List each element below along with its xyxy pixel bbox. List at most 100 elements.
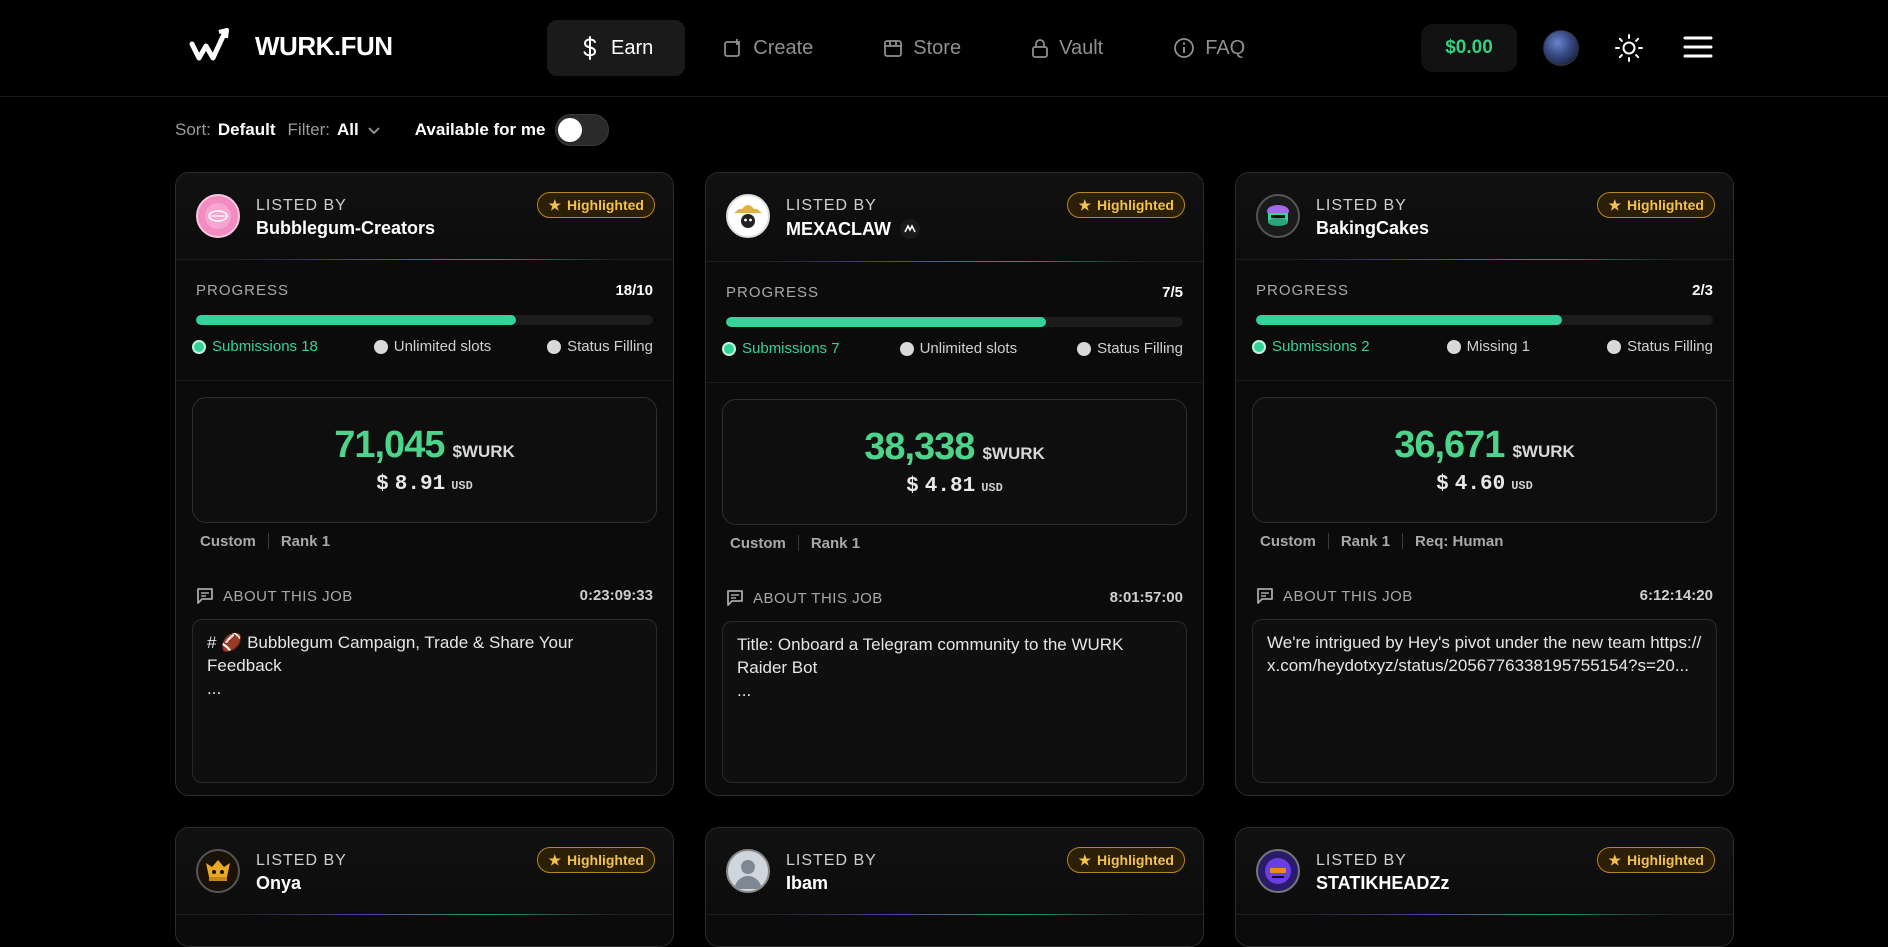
comment-icon [1257,588,1273,604]
job-description: Title: Onboard a Telegram community to t… [722,621,1187,783]
nav-faq[interactable]: FAQ [1141,20,1277,76]
create-icon [724,39,741,57]
job-card[interactable]: LISTED BY BakingCakes ★ Highlighted PROGR… [1235,172,1734,796]
comment-icon [727,590,743,606]
progress-stats: Submissions 2 Missing 1 Status Filling [1252,338,1713,355]
reward-currency: $WURK [982,444,1045,463]
lister-name-text: Bubblegum-Creators [256,218,436,238]
mexaclaw-logo-icon [734,205,762,228]
lister-avatar[interactable] [726,849,770,893]
lister-avatar[interactable] [1256,194,1300,238]
filter-dropdown[interactable]: All [337,120,359,140]
lister-name[interactable]: Onya [256,873,301,894]
lister-avatar[interactable] [196,194,240,238]
reward-box: 71,045 $WURK $8.91 USD [192,397,657,523]
info-icon [1174,38,1195,58]
filter-label: Filter: [287,120,331,139]
progress-stats: Submissions 18 Unlimited slots Status Fi… [192,338,653,355]
listed-by-label: LISTED BY [1316,197,1407,214]
job-card[interactable]: LISTED BY Onya ★ Highlighted [175,827,674,947]
submissions-stat: Submissions 7 [722,340,840,357]
user-avatar[interactable] [1543,30,1579,66]
highlighted-label: Highlighted [1097,852,1174,868]
submissions-text: Submissions 2 [1272,338,1370,355]
progress-bar [726,317,1183,327]
nav-vault-label: Vault [1059,36,1104,59]
usd-label: USD [451,479,473,493]
status-dot [1252,339,1266,354]
top-header: WURK.FUN Earn Create Store Vault FAQ $0.… [0,0,1888,97]
star-icon: ★ [548,851,561,868]
nav-create-label: Create [753,36,814,59]
status-text: Status Filling [567,338,653,355]
lister-name-text: Ibam [786,873,829,893]
status-stat: Status Filling [1607,338,1713,355]
reward-currency: $WURK [452,442,515,461]
submissions-text: Submissions 7 [742,340,840,357]
job-card[interactable]: LISTED BY STATIKHEADZz ★ Highlighted [1235,827,1734,947]
theme-toggle-sun-icon[interactable] [1614,33,1644,63]
lister-avatar[interactable] [196,849,240,893]
toggle-knob [558,118,583,142]
highlighted-badge: ★ Highlighted [1597,192,1715,218]
reward-currency: $WURK [1512,442,1575,461]
star-icon: ★ [1078,196,1091,213]
dollar-icon [583,36,597,60]
usd-symbol: $ [376,473,389,496]
card-header: LISTED BY Bubblegum-Creators ★ Highlighte… [176,173,673,260]
job-card[interactable]: LISTED BY Bubblegum-Creators ★ Highlighte… [175,172,674,796]
lister-name-text: Onya [256,873,302,893]
highlighted-label: Highlighted [1627,197,1704,213]
tag: Rank 1 [280,532,331,550]
reward-box: 38,338 $WURK $4.81 USD [722,399,1187,525]
highlighted-label: Highlighted [1097,197,1174,213]
highlighted-label: Highlighted [567,197,644,213]
lister-name-text: STATIKHEADZz [1316,873,1450,893]
available-for-me-toggle[interactable] [555,114,610,146]
status-text: Status Filling [1627,338,1713,355]
lister-name[interactable]: Ibam [786,873,828,894]
about-label-text: ABOUT THIS JOB [223,587,353,605]
lister-name-text: BakingCakes [1316,218,1430,238]
slots-text: Unlimited slots [393,338,492,355]
status-dot [192,339,206,354]
about-row: ABOUT THIS JOB 6:12:14:20 [1236,587,1733,607]
nav-create[interactable]: Create [691,20,845,76]
lister-avatar[interactable] [726,194,770,238]
progress-value: 7/5 [1162,284,1183,301]
chevron-down-icon[interactable] [367,125,381,135]
usd-symbol: $ [906,475,919,498]
listed-by-label: LISTED BY [786,852,877,869]
wurk-logo-icon [189,28,229,61]
job-description: We're intrigued by Hey's pivot under the… [1252,619,1717,783]
sort-dropdown[interactable]: Default [218,120,276,140]
job-card[interactable]: LISTED BY Ibam ★ Highlighted [705,827,1204,947]
wallet-balance-button[interactable]: $0.00 [1421,24,1517,72]
card-header: LISTED BY BakingCakes ★ Highlighted [1236,173,1733,260]
submissions-stat: Submissions 2 [1252,338,1370,355]
nav-earn[interactable]: Earn [547,20,686,76]
nav-faq-label: FAQ [1205,36,1246,59]
hamburger-menu-icon[interactable] [1683,34,1713,60]
nav-vault[interactable]: Vault [999,20,1135,76]
lister-name[interactable]: MEXACLAW [786,218,921,240]
lister-name[interactable]: BakingCakes [1316,218,1429,239]
lister-name[interactable]: STATIKHEADZz [1316,873,1449,894]
onya-logo-icon [206,860,230,881]
job-card[interactable]: LISTED BY MEXACLAW ★ Highlighted PROGRESS… [705,172,1204,796]
status-text: Status Filling [1097,340,1183,357]
statikheadz-logo-icon [1265,858,1291,884]
star-icon: ★ [548,196,561,213]
lister-avatar[interactable] [1256,849,1300,893]
status-stat: Status Filling [1077,340,1183,357]
about-label-text: ABOUT THIS JOB [753,589,883,607]
nav-store[interactable]: Store [851,20,993,76]
lister-name[interactable]: Bubblegum-Creators [256,218,435,239]
job-tags: Custom Rank 1 [200,531,673,551]
usd-value: 4.81 [924,475,976,498]
logo[interactable]: WURK.FUN [189,28,393,64]
listed-by-label: LISTED BY [786,197,877,214]
status-dot [722,341,736,356]
listed-by-label: LISTED BY [256,197,347,214]
tag: Req: Human [1415,532,1504,550]
